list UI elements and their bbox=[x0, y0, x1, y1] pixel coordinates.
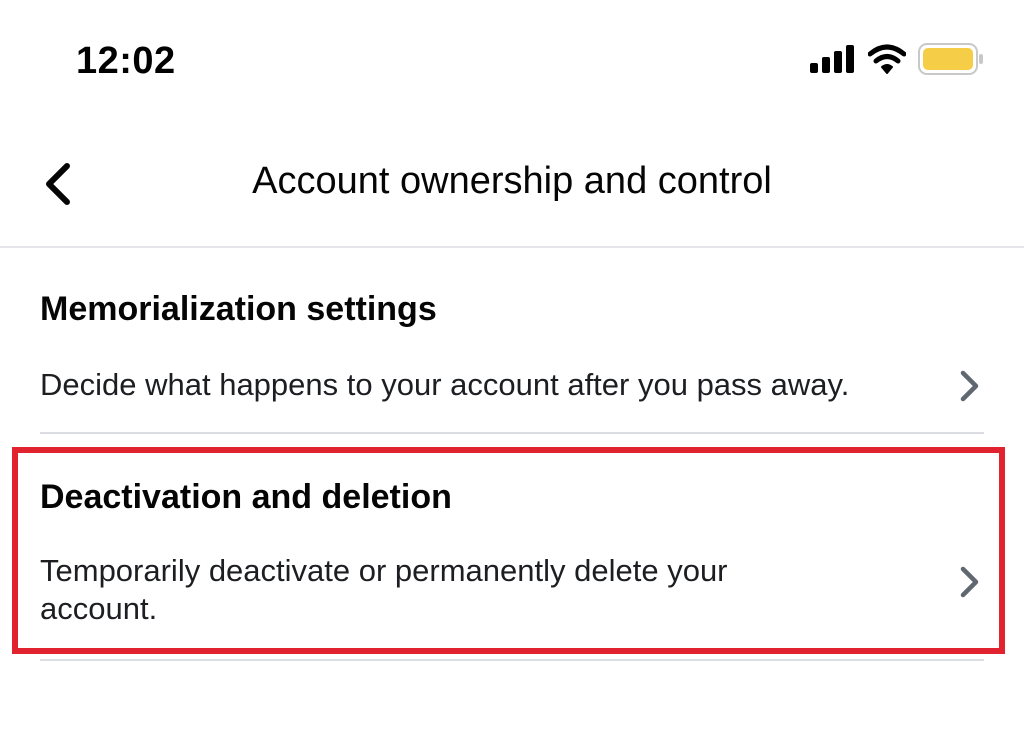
wifi-icon bbox=[867, 44, 907, 79]
status-icons bbox=[810, 42, 984, 80]
item-description: Temporarily deactivate or permanently de… bbox=[40, 553, 728, 626]
page-title: Account ownership and control bbox=[252, 160, 772, 202]
item-title: Deactivation and deletion bbox=[40, 478, 452, 516]
battery-icon bbox=[918, 42, 984, 80]
header: Account ownership and control bbox=[0, 130, 1024, 248]
deactivation-deletion-item[interactable]: Deactivation and deletion Temporarily de… bbox=[40, 434, 984, 661]
status-bar: 12:02 bbox=[0, 0, 1024, 120]
chevron-right-icon bbox=[956, 368, 984, 404]
item-title: Memorialization settings bbox=[40, 290, 437, 328]
memorialization-settings-item[interactable]: Memorialization settings Decide what hap… bbox=[40, 248, 984, 434]
settings-list: Memorialization settings Decide what hap… bbox=[40, 248, 984, 661]
signal-icon bbox=[810, 44, 856, 78]
item-description: Decide what happens to your account afte… bbox=[40, 367, 850, 402]
status-time: 12:02 bbox=[76, 40, 176, 82]
chevron-right-icon bbox=[956, 564, 984, 600]
